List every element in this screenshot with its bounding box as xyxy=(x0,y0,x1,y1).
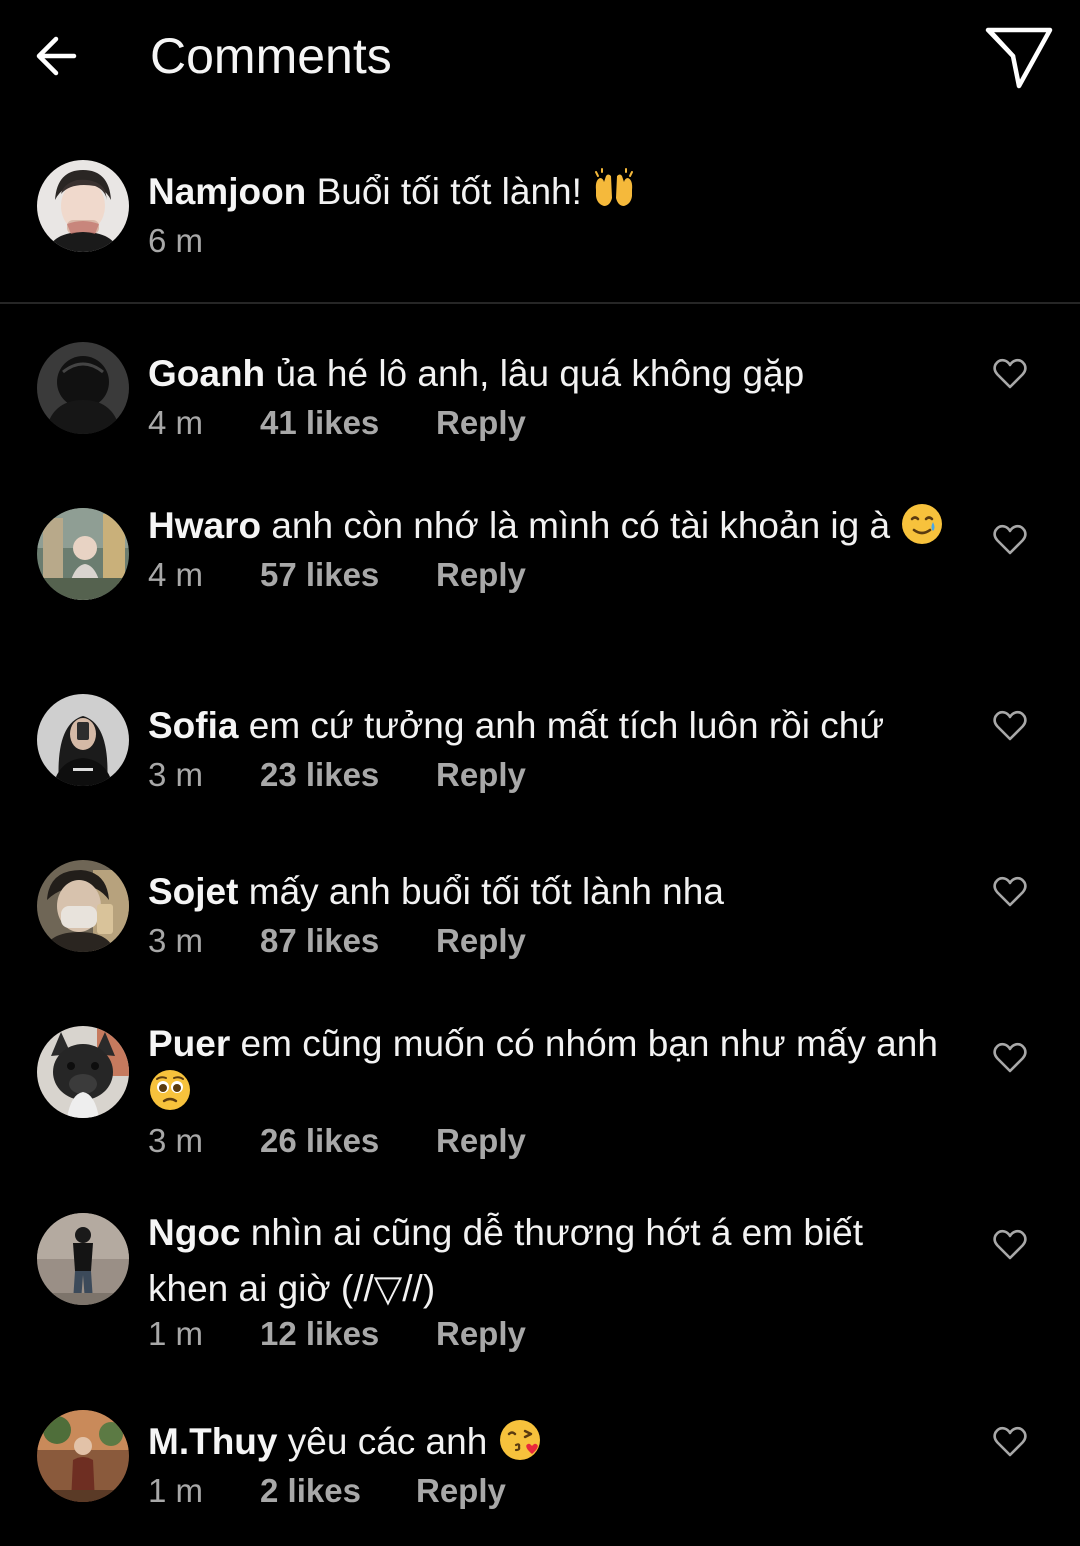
heart-icon[interactable] xyxy=(992,356,1028,392)
reply-button[interactable]: Reply xyxy=(436,552,526,598)
comment-text: anh còn nhớ là mình có tài khoản ig à xyxy=(271,505,891,546)
comment-item: Hwaro anh còn nhớ là mình có tài khoản i… xyxy=(0,500,1080,650)
avatar[interactable] xyxy=(37,1026,129,1118)
username[interactable]: Goanh xyxy=(148,353,265,394)
username[interactable]: Sojet xyxy=(148,871,238,912)
avatar[interactable] xyxy=(37,160,129,252)
comment-text: Buổi tối tốt lành! xyxy=(316,171,582,212)
avatar[interactable] xyxy=(37,694,129,786)
comment-item: Ngoc nhìn ai cũng dễ thương hớt á em biế… xyxy=(0,1205,1080,1365)
comment-text: em cứ tưởng anh mất tích luôn rồi chứ xyxy=(248,705,885,746)
comment-item: Sofia em cứ tưởng anh mất tích luôn rồi … xyxy=(0,686,1080,796)
avatar[interactable] xyxy=(37,860,129,952)
heart-icon[interactable] xyxy=(992,522,1028,558)
comment-time: 1 m xyxy=(148,1315,204,1352)
likes-count[interactable]: 41 likes xyxy=(260,400,436,446)
username[interactable]: M.Thuy xyxy=(148,1421,277,1462)
avatar[interactable] xyxy=(37,342,129,434)
comment-item: Goanh ủa hé lô anh, lâu quá không gặp 4 … xyxy=(0,334,1080,444)
comment-time: 3 m xyxy=(148,1122,204,1159)
comment-time: 1 m xyxy=(148,1472,204,1509)
reply-button[interactable]: Reply xyxy=(436,400,526,446)
heart-icon[interactable] xyxy=(992,708,1028,744)
comment-time: 3 m xyxy=(148,756,204,793)
share-button[interactable] xyxy=(982,24,1056,92)
reply-button[interactable]: Reply xyxy=(436,918,526,964)
comment-text: yêu các anh xyxy=(287,1421,488,1462)
avatar[interactable] xyxy=(37,1213,129,1305)
paper-plane-icon xyxy=(985,27,1053,89)
back-button[interactable] xyxy=(30,28,86,84)
avatar[interactable] xyxy=(37,508,129,600)
comment-time: 4 m xyxy=(148,556,204,593)
comment-text: nhìn ai cũng dễ thương hớt á em biết khe… xyxy=(148,1212,864,1309)
likes-count[interactable]: 12 likes xyxy=(260,1311,436,1357)
username[interactable]: Sofia xyxy=(148,705,238,746)
comment-time: 3 m xyxy=(148,922,204,959)
comment-text: em cũng muốn có nhóm bạn như mấy anh xyxy=(240,1023,938,1064)
face-blowing-kiss-emoji xyxy=(499,1420,540,1460)
username[interactable]: Puer xyxy=(148,1023,230,1064)
reply-button[interactable]: Reply xyxy=(436,752,526,798)
avatar-image xyxy=(37,160,129,252)
likes-count[interactable]: 2 likes xyxy=(260,1468,416,1514)
reply-button[interactable]: Reply xyxy=(436,1311,526,1357)
username[interactable]: Hwaro xyxy=(148,505,261,546)
avatar[interactable] xyxy=(37,1410,129,1502)
heart-icon[interactable] xyxy=(992,1424,1028,1460)
arrow-left-icon xyxy=(36,36,77,76)
avatar-image xyxy=(37,694,129,786)
avatar-image xyxy=(37,508,129,600)
likes-count[interactable]: 57 likes xyxy=(260,552,436,598)
heart-icon[interactable] xyxy=(992,1227,1028,1263)
avatar-image xyxy=(37,1410,129,1502)
likes-count[interactable]: 26 likes xyxy=(260,1118,436,1164)
comment-item: Sojet mấy anh buổi tối tốt lành nha 3 m 8… xyxy=(0,852,1080,962)
raising-hands-emoji xyxy=(595,168,634,206)
comment-time: 4 m xyxy=(148,404,204,441)
pleading-face-emoji xyxy=(150,1070,190,1110)
likes-count[interactable]: 87 likes xyxy=(260,918,436,964)
top-bar: Comments xyxy=(0,0,1080,112)
comment-item: M.Thuy yêu các anh 1 m 2 likes Reply xyxy=(0,1402,1080,1512)
smiling-face-with-tear-emoji xyxy=(902,504,943,544)
avatar-image xyxy=(37,1213,129,1305)
post-caption: Namjoon Buổi tối tốt lành! 6 m xyxy=(0,150,1080,302)
reply-button[interactable]: Reply xyxy=(436,1118,526,1164)
avatar-image xyxy=(37,860,129,952)
heart-icon[interactable] xyxy=(992,874,1028,910)
likes-count[interactable]: 23 likes xyxy=(260,752,436,798)
comment-time: 6 m xyxy=(148,222,204,259)
heart-icon[interactable] xyxy=(992,1040,1028,1076)
comment-item: Puer em cũng muốn có nhóm bạn như mấy an… xyxy=(0,1018,1080,1168)
username[interactable]: Ngoc xyxy=(148,1212,241,1253)
comment-text: mấy anh buổi tối tốt lành nha xyxy=(248,871,724,912)
divider xyxy=(0,302,1080,304)
comment-text: ủa hé lô anh, lâu quá không gặp xyxy=(275,353,805,394)
reply-button[interactable]: Reply xyxy=(416,1468,506,1514)
page-title: Comments xyxy=(150,28,392,84)
username[interactable]: Namjoon xyxy=(148,171,306,212)
avatar-image xyxy=(37,342,129,434)
avatar-image xyxy=(37,1026,129,1118)
